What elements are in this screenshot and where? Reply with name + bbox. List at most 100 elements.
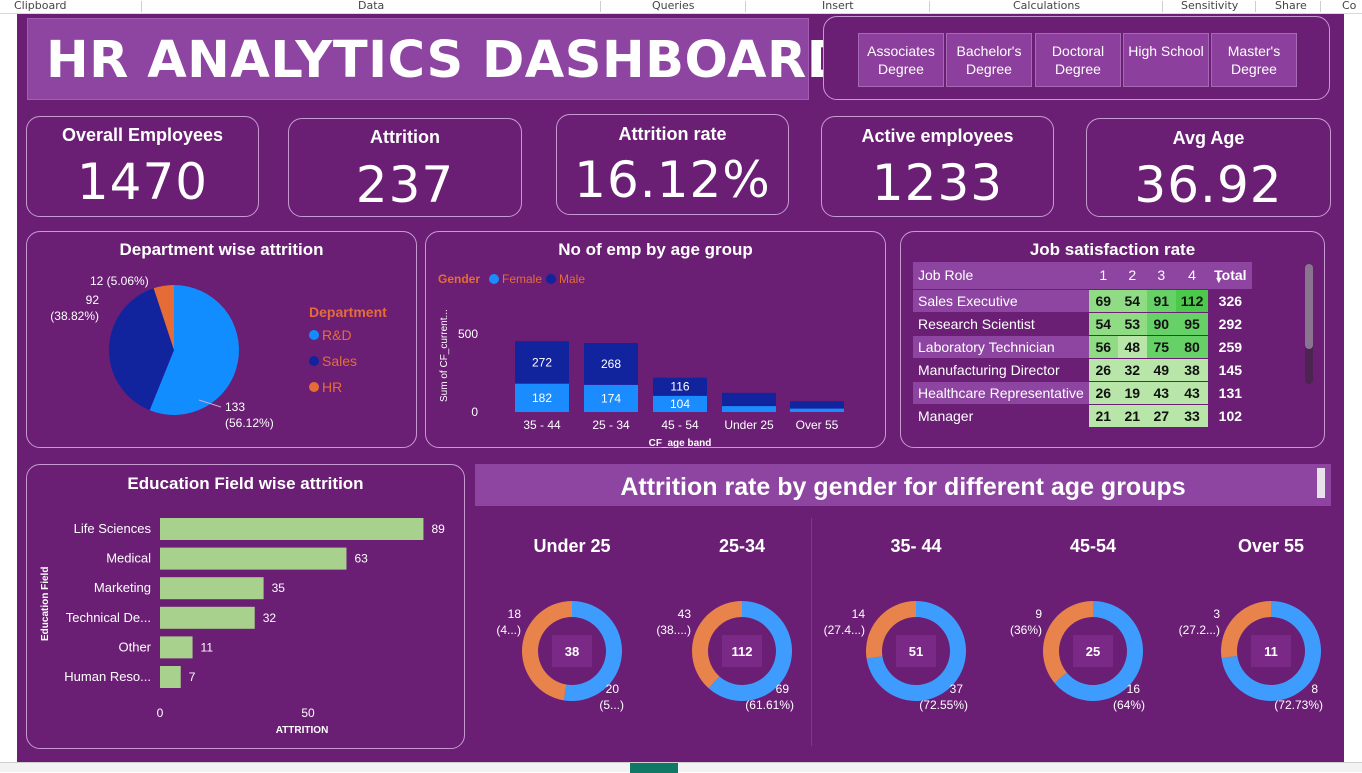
data-label-female: 9 [1035,607,1042,621]
y-tick-label: Marketing [94,580,151,595]
col-header-2[interactable]: 2 [1117,262,1147,290]
kpi-label: Overall Employees [61,125,224,145]
table-row[interactable]: Healthcare Representative 26 19 43 43 131 [913,381,1253,405]
table-header-row: Job Role 1 2 3 4 Total ▼ [913,262,1253,290]
bar [160,666,181,688]
ribbon-calculations[interactable]: Calculations [1013,0,1080,12]
legend-marker [309,330,319,340]
slicer-bachelors-degree[interactable]: Bachelor's Degree [946,33,1032,87]
x-tick-label: 25 - 34 [592,418,630,432]
ribbon-bar: Clipboard Data Queries Insert Calculatio… [0,0,1362,14]
data-label-female: 43 [678,607,692,621]
col-header-1[interactable]: 1 [1088,262,1118,290]
slicer-associates-degree[interactable]: Associates Degree [858,33,944,87]
cell-total: 326 [1208,289,1253,313]
col-header-4[interactable]: 4 [1175,262,1209,290]
table-scrollbar[interactable] [1305,264,1313,349]
col-header-3[interactable]: 3 [1146,262,1176,290]
cell-rating-1: 26 [1088,381,1118,405]
slicer-doctoral-degree[interactable]: Doctoral Degree [1035,33,1121,87]
ribbon-data[interactable]: Data [358,0,384,12]
kpi-label: Attrition [370,127,440,147]
cell-total: 102 [1208,404,1253,428]
cell-rating-4: 38 [1175,358,1209,382]
ribbon-insert[interactable]: Insert [822,0,854,12]
bar [160,547,347,570]
cell-rating-1: 54 [1088,312,1118,336]
gender-age-donut-charts[interactable]: Under 253818(4...)20(5...)25-3411243(38.… [475,518,1331,746]
data-label: 35 [272,581,286,595]
dashboard-title-box: HR ANALYTICS DASHBOARD [27,18,849,100]
table-row[interactable]: Laboratory Technician 56 48 75 80 259 [913,335,1253,359]
education-bar-chart[interactable]: Education Field Life Sciences 89 Medical 63 M… [27,465,466,750]
cell-rating-1: 21 [1088,404,1118,428]
table-row[interactable]: Manager 21 21 27 33 102 [913,404,1253,428]
data-label-male: 8 [1311,682,1318,696]
cell-rating-3: 43 [1146,381,1176,405]
data-label-male-pct: (64%) [1113,698,1145,712]
bar [160,606,255,629]
ribbon-share[interactable]: Share [1275,0,1307,12]
kpi-label: Attrition rate [618,124,727,144]
ribbon-queries[interactable]: Queries [652,0,694,12]
gender-age-header: Attrition rate by gender for different a… [475,464,1331,506]
cell-rating-2: 53 [1117,312,1147,336]
cell-rating-2: 48 [1117,335,1147,359]
header-scrollbar[interactable] [1317,468,1325,498]
legend-marker [309,356,319,366]
cell-rating-3: 75 [1146,335,1176,359]
legend-item: Male [559,272,585,286]
data-label: (56.12%) [225,416,274,430]
data-label-male: 16 [1127,682,1141,696]
table-row[interactable]: Research Scientist 54 53 90 95 292 [913,312,1253,336]
col-header-total[interactable]: Total ▼ [1208,262,1253,290]
data-label: 116 [670,380,689,394]
data-label: 89 [431,522,445,536]
cell-job-role: Research Scientist [913,312,1089,336]
donut-center-value: 11 [1264,644,1278,659]
y-tick-label: Human Reso... [64,669,151,684]
cell-rating-3: 27 [1146,404,1176,428]
table-row[interactable]: Sales Executive 69 54 91 112 326 [913,289,1253,313]
report-canvas: HR ANALYTICS DASHBOARD Associates Degree… [17,14,1344,762]
cell-rating-2: 21 [1117,404,1147,428]
cell-job-role: Laboratory Technician [913,335,1089,359]
kpi-label: Active employees [861,126,1014,146]
ribbon-copilot[interactable]: Co [1342,0,1356,12]
cell-rating-2: 19 [1117,381,1147,405]
ribbon-clipboard[interactable]: Clipboard [14,0,67,12]
y-tick-label: Life Sciences [74,521,152,536]
donut-center-value: 38 [565,644,579,659]
donut-title: Under 25 [533,536,610,556]
data-label: 12 (5.06%) [90,274,149,288]
ribbon-sensitivity[interactable]: Sensitivity [1181,0,1238,12]
bar [160,636,193,659]
cell-rating-2: 32 [1117,358,1147,382]
x-tick-label: 50 [301,706,315,720]
education-attrition-panel: Education Field wise attrition Education… [26,464,465,749]
col-header-job-role[interactable]: Job Role [913,262,1089,290]
kpi-value: 36.92 [1134,156,1283,214]
data-label-female: 3 [1213,607,1220,621]
data-label: 92 [86,293,100,307]
y-axis-label: Sum of CF_current... [439,309,450,402]
slicer-masters-degree[interactable]: Master's Degree [1211,33,1297,87]
data-label: 63 [354,552,368,566]
x-axis-label: ATTRITION [276,725,329,736]
education-slicer: Associates Degree Bachelor's Degree Doct… [823,16,1330,100]
department-attrition-panel: Department wise attrition 12 (5.06%) 92 (3… [26,231,417,448]
data-label-female-pct: (36%) [1010,623,1042,637]
data-label: 104 [670,397,690,411]
department-pie-chart[interactable]: 12 (5.06%)92(38.82%)133(56.12%)Departmen… [27,232,418,449]
donut-center-value: 112 [732,644,753,659]
table-row[interactable]: Manufacturing Director 26 32 49 38 145 [913,358,1253,382]
slicer-high-school[interactable]: High School [1123,33,1209,87]
legend-marker [309,382,319,392]
cell-rating-4: 80 [1175,335,1209,359]
cell-rating-4: 95 [1175,312,1209,336]
cell-rating-3: 91 [1146,289,1176,313]
job-satisfaction-panel: Job satisfaction rate Job Role 1 2 3 4 T… [900,231,1325,448]
data-label-male-pct: (5...) [599,698,624,712]
age-group-bar-chart[interactable]: Gender Female Male Sum of CF_current... 500 0… [426,232,887,449]
gender-age-donut-area: Under 25 38 18 (4...) 20 (5...) 25-34 112 43 (38.… [475,518,1331,746]
